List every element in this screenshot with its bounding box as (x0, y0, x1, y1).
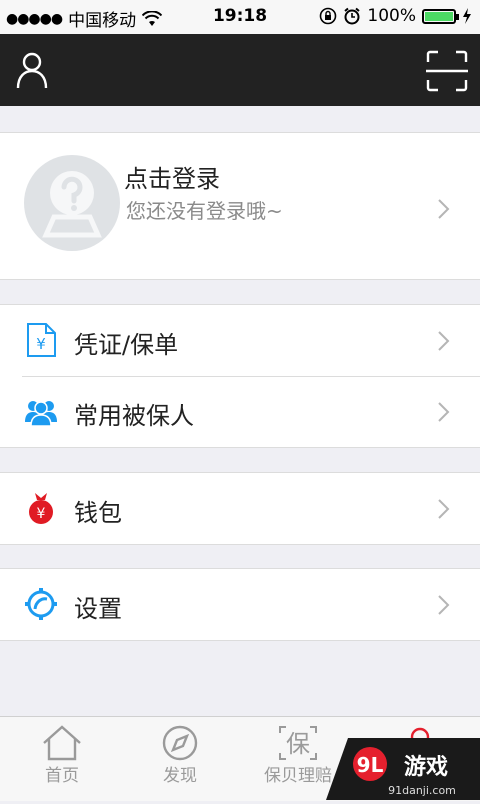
chevron-right-icon (438, 499, 450, 519)
menu-item-insured[interactable]: 常用被保人 (0, 376, 480, 447)
tab-discover[interactable]: 发现 (130, 725, 230, 801)
claims-icon: 保 (279, 726, 317, 760)
money-bag-icon: ¥ (29, 493, 53, 524)
svg-text:91danji.com: 91danji.com (388, 784, 456, 797)
chevron-right-icon (438, 595, 450, 615)
charging-icon (463, 8, 471, 24)
battery-percent: 100% (367, 6, 416, 26)
menu-label-insured: 常用被保人 (74, 402, 194, 430)
user-icon[interactable] (14, 50, 54, 90)
watermark-logo: 9L 游戏 91danji.com (326, 738, 480, 800)
tab-label-discover: 发现 (163, 766, 197, 786)
compass-icon (162, 725, 198, 761)
people-icon (25, 401, 57, 427)
chevron-right-icon (438, 402, 450, 422)
alarm-icon (344, 7, 361, 25)
status-right: 100% (319, 6, 472, 26)
battery-icon (422, 8, 459, 24)
gear-icon (25, 588, 57, 620)
menu-group-settings: 设置 (0, 568, 480, 641)
menu-item-voucher[interactable]: ¥ 凭证/保单 (0, 305, 480, 376)
login-card[interactable]: 点击登录 您还没有登录哦~ (0, 132, 480, 280)
chevron-right-icon (438, 199, 450, 219)
tab-home[interactable]: 首页 (12, 725, 112, 801)
yuan-symbol: ¥ (36, 335, 46, 353)
tab-label-home: 首页 (45, 766, 79, 786)
menu-label-wallet: 钱包 (74, 499, 122, 527)
battery-fill (425, 11, 453, 21)
menu-group-policy: ¥ 凭证/保单 常用被保人 (0, 304, 480, 448)
menu-item-settings[interactable]: 设置 (0, 569, 480, 640)
login-subtitle: 您还没有登录哦~ (126, 199, 283, 223)
login-title[interactable]: 点击登录 (124, 159, 220, 194)
scan-icon[interactable] (426, 50, 468, 92)
svg-text:9L: 9L (357, 753, 384, 777)
status-bar: ●●●●● 中国移动 19:18 100% (0, 0, 480, 34)
claims-icon-text: 保 (286, 730, 310, 758)
avatar (24, 155, 120, 251)
yuan-symbol: ¥ (37, 506, 46, 522)
menu-label-settings: 设置 (74, 595, 122, 623)
menu-item-wallet[interactable]: ¥ 钱包 (0, 473, 480, 544)
app-header (0, 34, 480, 106)
chevron-right-icon (438, 331, 450, 351)
menu-group-wallet: ¥ 钱包 (0, 472, 480, 545)
home-icon (43, 725, 81, 761)
menu-label-voucher: 凭证/保单 (74, 331, 179, 359)
svg-text:游戏: 游戏 (404, 754, 448, 780)
rotation-lock-icon (320, 7, 337, 25)
document-icon: ¥ (27, 323, 56, 357)
